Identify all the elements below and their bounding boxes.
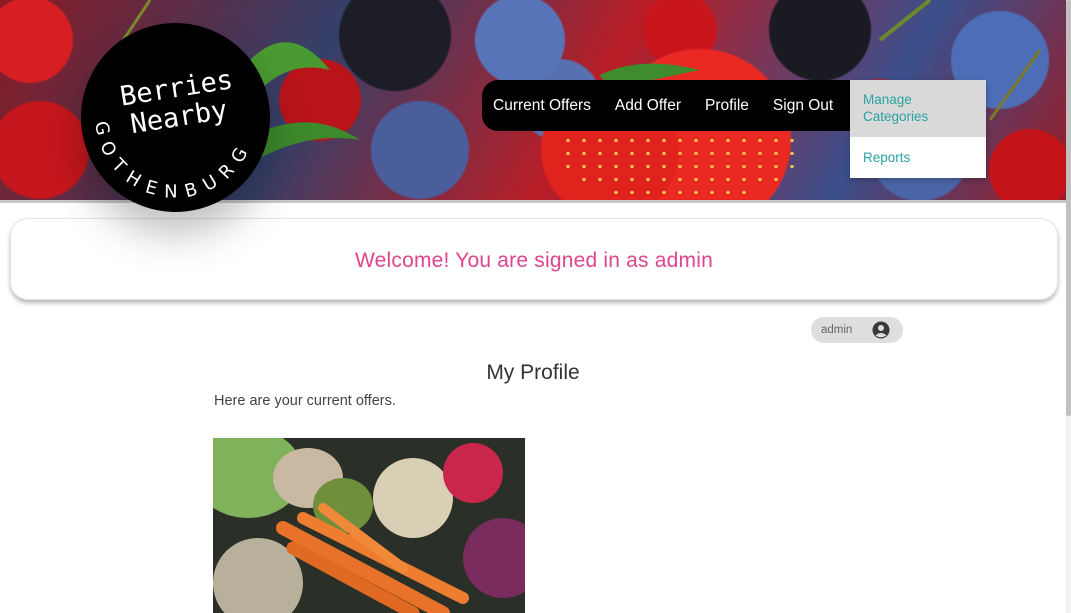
offer-card-image[interactable] bbox=[213, 438, 525, 613]
page-subtitle: Here are your current offers. bbox=[214, 393, 396, 409]
main-nav: Current Offers Add Offer Profile Sign Ou… bbox=[482, 80, 850, 131]
scrollbar-thumb[interactable] bbox=[1066, 0, 1071, 416]
user-circle-icon bbox=[872, 321, 890, 339]
scrollbar[interactable] bbox=[1066, 0, 1071, 613]
nav-profile[interactable]: Profile bbox=[705, 97, 749, 115]
welcome-card: Welcome! You are signed in as admin bbox=[10, 218, 1058, 300]
user-name: admin bbox=[821, 324, 853, 336]
nav-current-offers[interactable]: Current Offers bbox=[493, 97, 591, 115]
carrots-illustration bbox=[276, 503, 469, 613]
logo[interactable]: GOTHENBURG Berries Nearby bbox=[81, 23, 270, 212]
dropdown-manage-categories[interactable]: Manage Categories bbox=[850, 80, 986, 137]
page-title: My Profile bbox=[486, 361, 580, 384]
nav-sign-out[interactable]: Sign Out bbox=[773, 97, 833, 115]
admin-dropdown: Manage Categories Reports bbox=[850, 80, 986, 178]
nav-add-offer[interactable]: Add Offer bbox=[615, 97, 681, 115]
user-chip[interactable]: admin bbox=[811, 317, 903, 343]
welcome-message: Welcome! You are signed in as admin bbox=[355, 249, 713, 272]
dropdown-reports[interactable]: Reports bbox=[850, 137, 986, 178]
